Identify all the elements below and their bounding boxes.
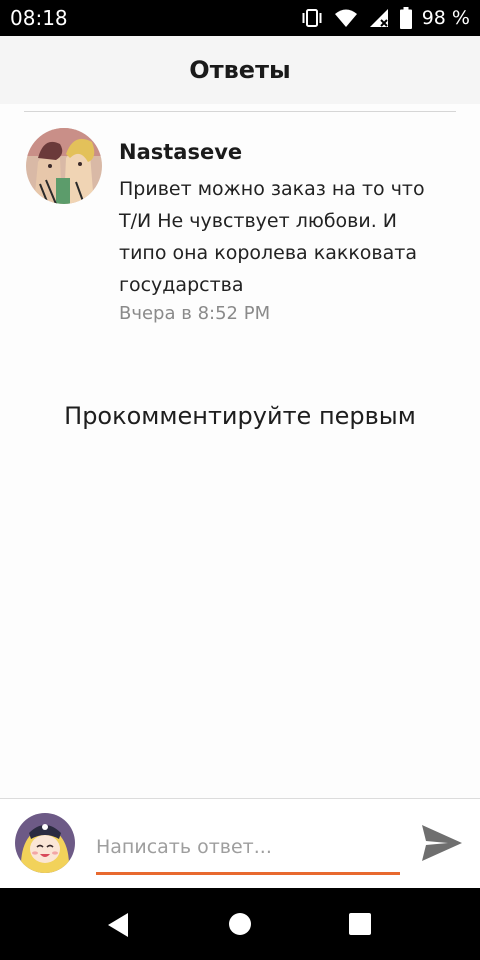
- divider: [24, 111, 456, 112]
- app-header: Ответы: [0, 36, 480, 104]
- send-button[interactable]: [420, 823, 464, 863]
- avatar[interactable]: [26, 128, 102, 204]
- battery-percentage: 98 %: [421, 7, 470, 29]
- reply-bar: [0, 798, 480, 888]
- status-time: 08:18: [10, 6, 68, 30]
- system-nav-bar: [0, 888, 480, 960]
- back-icon[interactable]: [106, 912, 130, 943]
- comment-body: Nastaseve Привет можно заказ на то что Т…: [119, 128, 439, 324]
- comment-text: Привет можно заказ на то что Т/И Не чувс…: [119, 178, 425, 296]
- empty-state-message: Прокомментируйте первым: [64, 402, 416, 430]
- wifi-icon: [334, 8, 358, 28]
- home-icon[interactable]: [228, 912, 252, 941]
- page-title: Ответы: [189, 56, 291, 84]
- recents-icon[interactable]: [348, 912, 372, 941]
- reply-input-wrapper: [96, 827, 400, 875]
- status-bar: 08:18 98 %: [0, 0, 480, 36]
- send-icon: [420, 825, 464, 867]
- comment-timestamp: Вчера в 8:52 PM: [119, 303, 271, 324]
- status-icons: 98 %: [300, 7, 470, 29]
- signal-icon: [368, 8, 390, 28]
- reply-input[interactable]: [96, 827, 400, 867]
- battery-icon: [399, 7, 412, 29]
- vibrate-icon: [300, 8, 324, 28]
- comment-author[interactable]: Nastaseve: [119, 140, 439, 164]
- user-avatar[interactable]: [15, 813, 75, 873]
- comment-item: Nastaseve Привет можно заказ на то что Т…: [26, 128, 456, 324]
